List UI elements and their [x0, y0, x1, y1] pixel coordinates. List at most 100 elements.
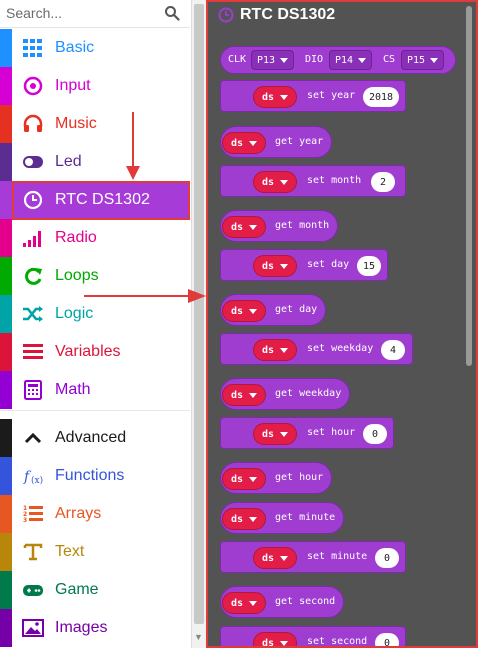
block-init-ds1302[interactable]: CLK P13 DIO P14 CS P15 — [220, 46, 456, 74]
search-input[interactable] — [6, 2, 156, 24]
var-dropdown[interactable]: ds — [253, 423, 298, 445]
block-text: get hour — [275, 472, 324, 483]
value-input[interactable]: 2018 — [363, 87, 400, 107]
var-dropdown[interactable]: ds — [253, 86, 298, 108]
pin-dropdown-clk[interactable]: P13 — [251, 50, 295, 70]
pin-dropdown-dio[interactable]: P14 — [329, 50, 373, 70]
var-name: ds — [262, 637, 275, 648]
pin-value: P15 — [407, 54, 426, 66]
category-color-stripe — [0, 105, 12, 143]
category-input[interactable]: Input — [0, 67, 190, 105]
category-math[interactable]: Math — [0, 371, 190, 409]
var-dropdown[interactable]: ds — [222, 508, 267, 530]
var-dropdown[interactable]: ds — [222, 384, 267, 406]
var-name: ds — [262, 260, 275, 272]
clock-icon — [23, 190, 43, 210]
value-input[interactable]: 0 — [363, 424, 387, 444]
category-label: Advanced — [55, 429, 127, 446]
scrollbar-thumb[interactable] — [194, 4, 204, 624]
value-input[interactable]: 4 — [381, 340, 405, 360]
category-label: Basic — [55, 39, 95, 56]
scroll-down-arrow-icon[interactable]: ▼ — [194, 632, 203, 642]
list-numbered-icon: 123 — [23, 505, 43, 524]
category-functions[interactable]: f (x) Functions — [0, 457, 190, 495]
var-dropdown[interactable]: ds — [253, 632, 298, 648]
var-dropdown[interactable]: ds — [222, 132, 267, 154]
category-arrays[interactable]: 123 Arrays — [0, 495, 190, 533]
category-advanced[interactable]: Advanced — [0, 419, 190, 457]
category-game[interactable]: Game — [0, 571, 190, 609]
block-text: set day — [307, 259, 350, 270]
category-color-stripe — [0, 143, 12, 181]
value-input[interactable]: 0 — [375, 548, 399, 568]
category-label: Arrays — [55, 505, 102, 522]
function-icon: f (x) — [23, 469, 43, 486]
value-input[interactable]: 15 — [357, 256, 382, 276]
toolbox: Basic Input Music Led RTC DS1302 — [0, 0, 192, 648]
block-get-minute[interactable]: ds get minute — [220, 502, 344, 534]
block-get-second[interactable]: ds get second — [220, 586, 344, 618]
var-dropdown[interactable]: ds — [222, 216, 267, 238]
category-music[interactable]: Music — [0, 105, 190, 143]
block-set-weekday[interactable]: ds set weekday 4 — [220, 333, 413, 365]
search-icon[interactable] — [164, 5, 180, 21]
var-dropdown[interactable]: ds — [253, 547, 298, 569]
value-input[interactable]: 0 — [375, 633, 399, 646]
block-set-second[interactable]: ds set second 0 — [220, 626, 406, 648]
block-text-dio: DIO — [305, 54, 324, 65]
dropdown-arrow-icon — [280, 555, 289, 561]
category-images[interactable]: Images — [0, 609, 190, 647]
var-name: ds — [262, 91, 275, 103]
block-set-minute[interactable]: ds set minute 0 — [220, 541, 406, 573]
flyout-scrollbar[interactable] — [466, 6, 472, 366]
value-input[interactable]: 2 — [371, 172, 395, 192]
pin-dropdown-cs[interactable]: P15 — [401, 50, 445, 70]
block-set-year[interactable]: ds set year 2018 — [220, 80, 406, 112]
block-get-hour[interactable]: ds get hour — [220, 462, 332, 494]
var-name: ds — [231, 389, 244, 401]
block-set-day[interactable]: ds set day 15 — [220, 249, 388, 281]
category-label: Logic — [55, 305, 94, 322]
block-text: get day — [275, 304, 318, 315]
category-basic[interactable]: Basic — [0, 29, 190, 67]
block-set-hour[interactable]: ds set hour 0 — [220, 417, 394, 449]
var-dropdown[interactable]: ds — [253, 339, 298, 361]
block-set-month[interactable]: ds set month 2 — [220, 165, 406, 197]
var-dropdown[interactable]: ds — [222, 592, 267, 614]
category-loops[interactable]: Loops — [0, 257, 190, 295]
shuffle-icon — [23, 306, 43, 322]
toolbox-scrollbar[interactable]: ▼ — [192, 0, 206, 648]
block-text: set hour — [307, 427, 356, 438]
var-name: ds — [262, 176, 275, 188]
block-get-month[interactable]: ds get month — [220, 210, 338, 242]
category-label: Variables — [55, 343, 121, 360]
block-text: get second — [275, 596, 336, 607]
grid-icon — [23, 39, 42, 57]
category-text[interactable]: Text — [0, 533, 190, 571]
block-get-weekday[interactable]: ds get weekday — [220, 378, 350, 410]
dropdown-arrow-icon — [249, 224, 258, 230]
block-get-day[interactable]: ds get day — [220, 294, 326, 326]
category-logic[interactable]: Logic — [0, 295, 190, 333]
dropdown-arrow-icon — [280, 431, 289, 437]
dropdown-arrow-icon — [249, 140, 258, 146]
block-get-year[interactable]: ds get year — [220, 126, 332, 158]
category-radio[interactable]: Radio — [0, 219, 190, 257]
image-icon — [22, 619, 44, 637]
category-label: Music — [55, 115, 97, 132]
category-color-stripe — [0, 371, 12, 409]
var-dropdown[interactable]: ds — [222, 300, 267, 322]
var-name: ds — [262, 344, 275, 356]
block-text: set weekday — [307, 343, 374, 354]
var-name: ds — [231, 473, 244, 485]
var-dropdown[interactable]: ds — [253, 171, 298, 193]
category-led[interactable]: Led — [0, 143, 190, 181]
flyout-title-label: RTC DS1302 — [240, 6, 336, 23]
category-variables[interactable]: Variables — [0, 333, 190, 371]
var-dropdown[interactable]: ds — [222, 468, 267, 490]
pin-value: P13 — [257, 54, 276, 66]
signal-icon — [23, 231, 41, 247]
blocks-flyout: RTC DS1302 CLK P13 DIO P14 CS P15 ds set… — [206, 0, 478, 648]
var-dropdown[interactable]: ds — [253, 255, 298, 277]
category-rtc-ds1302[interactable]: RTC DS1302 — [0, 181, 190, 219]
